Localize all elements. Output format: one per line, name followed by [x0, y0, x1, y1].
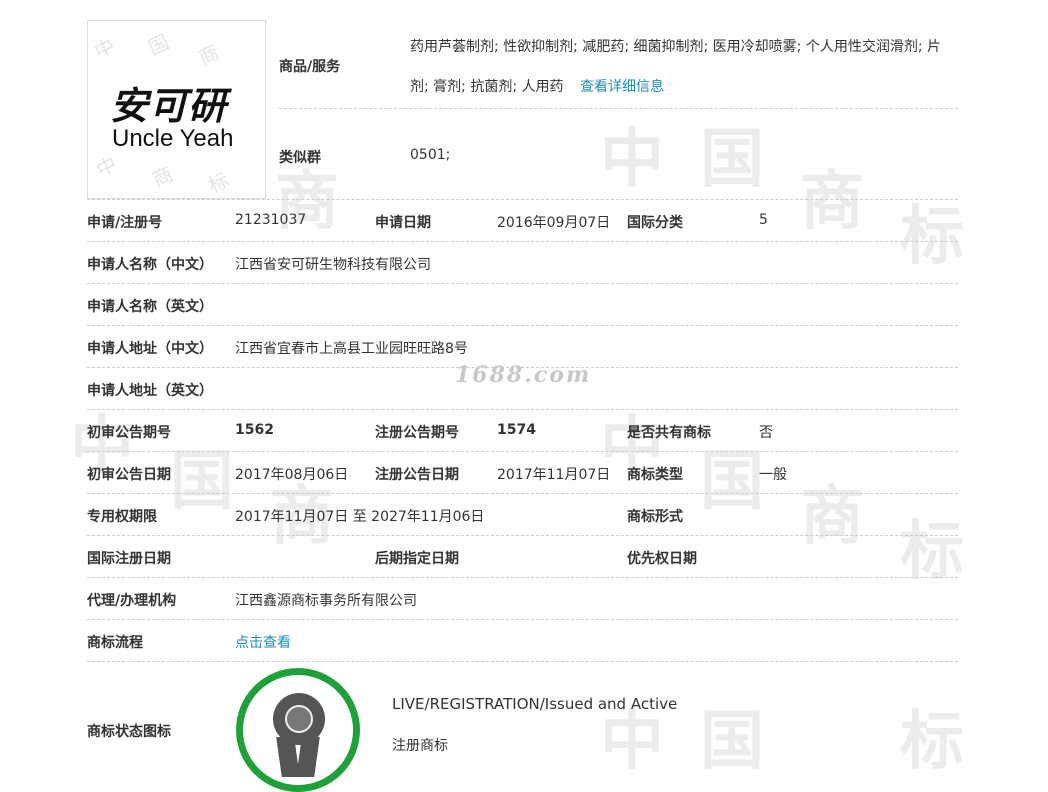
- divider: [87, 199, 958, 200]
- logo-watermark: 国: [144, 29, 173, 60]
- trademark-logo-image: 中 国 商 中 商 标 安可研 Uncle Yeah: [87, 20, 266, 199]
- later-designation-date-label: 后期指定日期: [375, 551, 459, 567]
- intl-class-label: 国际分类: [627, 215, 683, 231]
- registration-status-icon: [236, 668, 360, 792]
- medal-core: [285, 705, 313, 733]
- intl-class-value: 5: [759, 212, 768, 228]
- reg-date-label: 注册公告日期: [375, 467, 459, 483]
- shared-trademark-value: 否: [759, 425, 773, 441]
- divider: [87, 409, 958, 410]
- reg-issue-value: 1574: [497, 422, 536, 438]
- medal-icon: [273, 693, 325, 745]
- similar-group-value: 0501;: [410, 147, 451, 163]
- reg-no-value: 21231037: [235, 212, 307, 228]
- divider: [87, 283, 958, 284]
- status-cn-text: 注册商标: [392, 738, 448, 754]
- logo-chinese-text: 安可研: [110, 84, 228, 128]
- status-icon-label: 商标状态图标: [87, 724, 171, 740]
- divider: [87, 577, 958, 578]
- apply-date-value: 2016年09月07日: [497, 215, 611, 231]
- applicant-cn-value: 江西省安可研生物科技有限公司: [235, 257, 431, 273]
- tm-form-label: 商标形式: [627, 509, 683, 525]
- divider: [87, 367, 958, 368]
- logo-watermark: 中: [92, 151, 121, 182]
- divider: [87, 493, 958, 494]
- prelim-date-label: 初审公告日期: [87, 467, 171, 483]
- logo-watermark: 商: [148, 161, 177, 192]
- divider: [87, 451, 958, 452]
- reg-issue-label: 注册公告期号: [375, 425, 459, 441]
- divider: [279, 108, 958, 109]
- divider: [87, 661, 958, 662]
- exclusive-period-label: 专用权期限: [87, 509, 157, 525]
- tm-type-value: 一般: [759, 467, 787, 483]
- prelim-issue-label: 初审公告期号: [87, 425, 171, 441]
- divider: [87, 535, 958, 536]
- intl-reg-date-label: 国际注册日期: [87, 551, 171, 567]
- goods-services-label: 商品/服务: [279, 59, 341, 75]
- divider: [87, 619, 958, 620]
- divider: [87, 241, 958, 242]
- goods-services-line2: 剂; 膏剂; 抗菌剂; 人用药 查看详细信息: [410, 76, 664, 96]
- similar-group-label: 类似群: [279, 150, 321, 166]
- logo-watermark: 标: [204, 167, 233, 198]
- view-details-link[interactable]: 查看详细信息: [580, 79, 664, 95]
- logo-watermark: 中: [90, 33, 119, 64]
- divider: [87, 325, 958, 326]
- logo-watermark: 商: [194, 39, 223, 70]
- agent-label: 代理/办理机构: [87, 593, 177, 609]
- reg-date-value: 2017年11月07日: [497, 467, 611, 483]
- process-view-link[interactable]: 点击查看: [235, 632, 291, 652]
- reg-no-label: 申请/注册号: [87, 215, 163, 231]
- agent-value: 江西鑫源商标事务所有限公司: [235, 593, 417, 609]
- applicant-cn-label: 申请人名称（中文）: [87, 257, 213, 273]
- logo-english-text: Uncle Yeah: [112, 125, 234, 152]
- prelim-issue-value: 1562: [235, 422, 274, 438]
- trademark-detail: 中 国 商 中 商 标 安可研 Uncle Yeah 商品/服务 药用芦荟制剂;…: [0, 0, 1048, 792]
- priority-date-label: 优先权日期: [627, 551, 697, 567]
- exclusive-period-value: 2017年11月07日 至 2027年11月06日: [235, 509, 485, 525]
- address-cn-label: 申请人地址（中文）: [87, 341, 213, 357]
- prelim-date-value: 2017年08月06日: [235, 467, 349, 483]
- applicant-en-label: 申请人名称（英文）: [87, 299, 213, 315]
- goods-services-line2-text: 剂; 膏剂; 抗菌剂; 人用药: [410, 79, 564, 95]
- shared-trademark-label: 是否共有商标: [627, 425, 711, 441]
- address-en-label: 申请人地址（英文）: [87, 383, 213, 399]
- process-label: 商标流程: [87, 635, 143, 651]
- status-en-text: LIVE/REGISTRATION/Issued and Active: [392, 695, 678, 713]
- goods-services-line1: 药用芦荟制剂; 性欲抑制剂; 减肥药; 细菌抑制剂; 医用冷却喷雾; 个人用性交…: [410, 39, 941, 55]
- address-cn-value: 江西省宜春市上高县工业园旺旺路8号: [235, 341, 468, 357]
- tm-type-label: 商标类型: [627, 467, 683, 483]
- apply-date-label: 申请日期: [375, 215, 431, 231]
